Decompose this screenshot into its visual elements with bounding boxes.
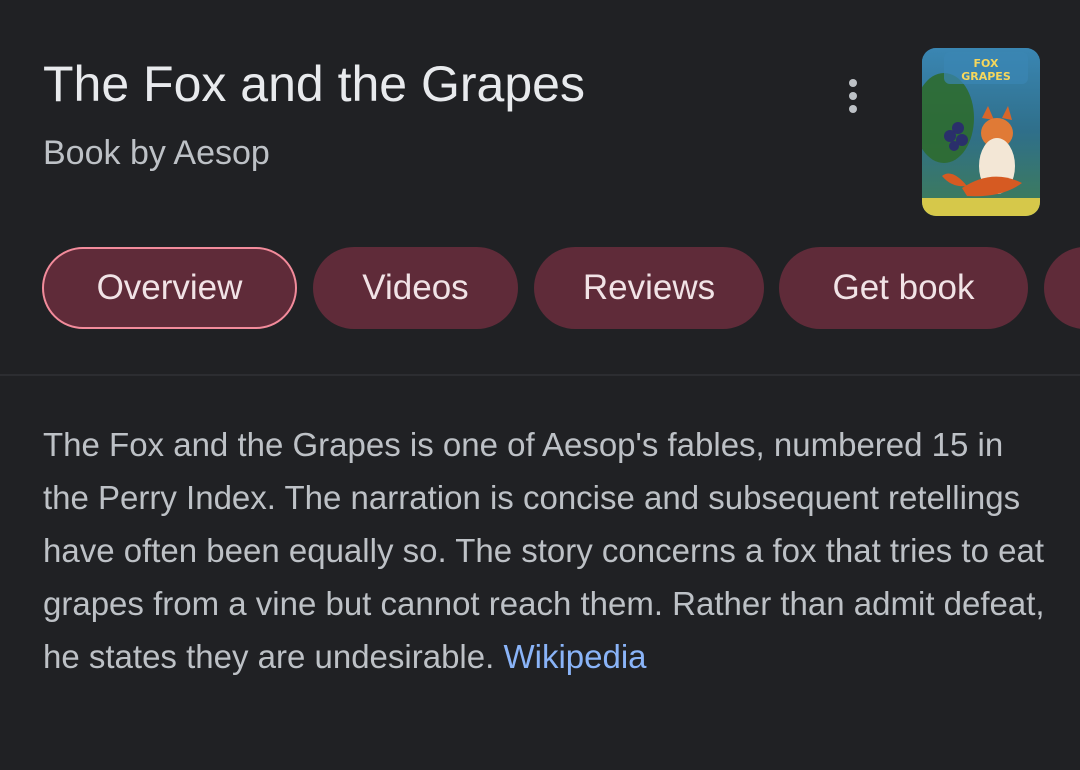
svg-text:GRAPES: GRAPES — [961, 70, 1011, 83]
more-vert-icon-dot — [849, 92, 857, 100]
tab-partial-next[interactable] — [1044, 247, 1080, 329]
tab-get-book[interactable]: Get book — [779, 247, 1028, 329]
more-vert-icon — [849, 79, 857, 87]
book-cover-illustration: FOX GRAPES — [922, 48, 1040, 216]
subtitle: Book by Aesop — [43, 134, 270, 172]
wikipedia-link[interactable]: Wikipedia — [503, 638, 646, 675]
page-title: The Fox and the Grapes — [43, 56, 585, 112]
tab-reviews[interactable]: Reviews — [534, 247, 764, 329]
more-options-button[interactable] — [832, 72, 874, 120]
divider — [0, 374, 1080, 376]
svg-text:FOX: FOX — [974, 57, 999, 70]
book-cover-image[interactable]: FOX GRAPES — [922, 48, 1040, 216]
tab-bar: Overview Videos Reviews Get book — [0, 247, 1080, 333]
description: The Fox and the Grapes is one of Aesop's… — [43, 418, 1053, 683]
tab-videos[interactable]: Videos — [313, 247, 518, 329]
knowledge-panel-header: The Fox and the Grapes Book by Aesop FOX… — [0, 0, 1080, 240]
more-vert-icon-dot — [849, 105, 857, 113]
tab-overview[interactable]: Overview — [42, 247, 297, 329]
